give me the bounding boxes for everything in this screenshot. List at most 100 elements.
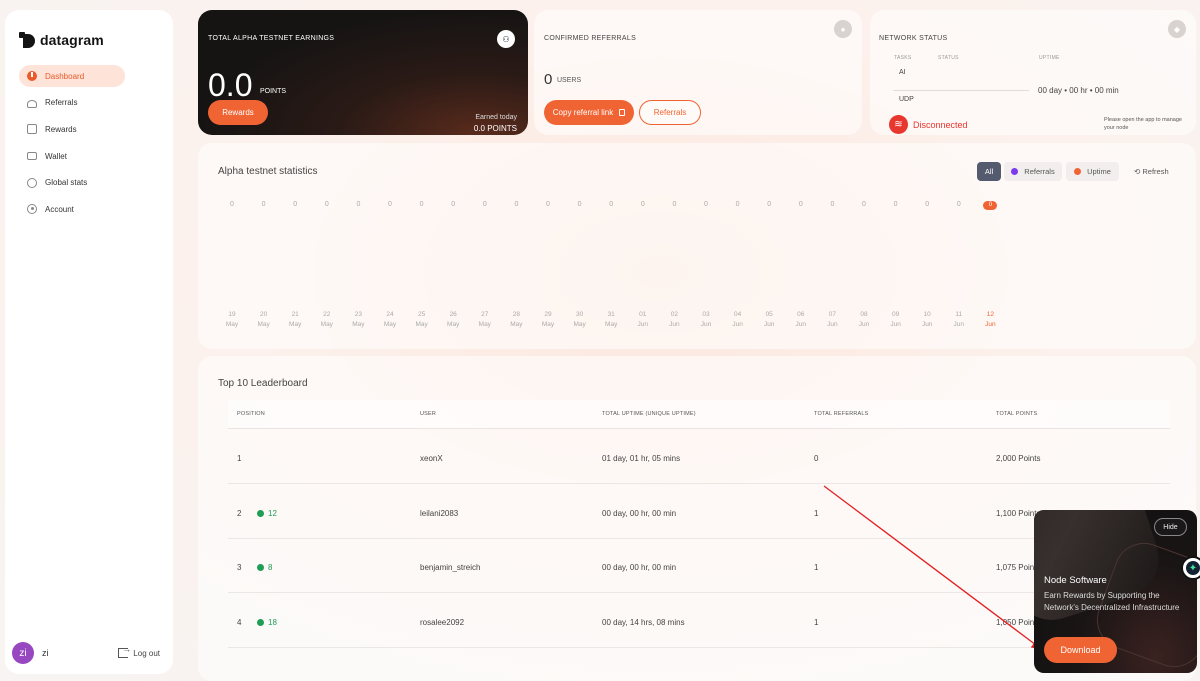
chart-date-label: 27 May [478, 311, 491, 328]
chart-value-label: 0 [672, 201, 677, 208]
chart-value-label: 0 [983, 201, 998, 210]
sidebar-item-label: Referrals [45, 98, 78, 108]
chart-value-label: 0 [830, 201, 835, 208]
chart-value-label: 0 [956, 201, 961, 208]
sidebar-item-global-stats[interactable]: Global stats [19, 172, 125, 194]
chart-date-label: 31 May [605, 311, 618, 328]
copy-referral-label: Copy referral link [552, 108, 614, 117]
assistant-button[interactable]: ✦ [1181, 556, 1200, 580]
table-row[interactable]: 3 8 benjamin_streich 00 day, 00 hr, 00 m… [228, 539, 1170, 593]
filter-referrals-label: Referrals [1024, 167, 1055, 176]
cell-referrals: 0 [814, 454, 819, 463]
status-header: STATUS [938, 55, 959, 61]
chart-value-label: 0 [735, 201, 740, 208]
cell-referrals: 1 [814, 509, 819, 518]
avatar[interactable]: zi [12, 642, 34, 664]
rewards-button[interactable]: Rewards [208, 100, 268, 125]
statistics-title: Alpha testnet statistics [218, 166, 318, 177]
copy-icon [619, 109, 626, 116]
cell-referrals: 1 [814, 618, 819, 627]
chart-value-label: 0 [577, 201, 582, 208]
col-user: USER [420, 411, 437, 417]
chart-date-label: 01 Jun [637, 311, 649, 328]
chart-value-label: 0 [704, 201, 708, 208]
refresh-button[interactable]: ⟲ Refresh [1134, 167, 1169, 176]
referrals-card: CONFIRMED REFERRALS ● 0 USERS Copy refer… [534, 10, 862, 135]
logout-button[interactable]: Log out [118, 644, 160, 658]
chart-date-label: 29 May [541, 311, 555, 328]
popup-title: Node Software [1044, 575, 1107, 586]
sidebar-item-dashboard[interactable]: Dashboard [19, 65, 125, 87]
chart-value-label: 0 [324, 201, 329, 208]
logout-label: Log out [133, 648, 160, 658]
rank-change-value: 18 [268, 618, 277, 627]
open-app-hint: Please open the app to manage your node [1104, 117, 1182, 131]
earned-today-value: 0.0 POINTS [473, 124, 517, 133]
filter-referrals-button[interactable]: Referrals [1004, 162, 1062, 181]
cell-position: 2 [237, 509, 242, 518]
filter-all-button[interactable]: All [977, 162, 1001, 181]
chart-date-label: 10 Jun [921, 311, 933, 328]
copy-referral-link-button[interactable]: Copy referral link [544, 100, 634, 125]
people-icon [27, 99, 37, 108]
chart-value-label: 0 [609, 201, 614, 208]
chart-value-label: 0 [640, 201, 645, 208]
cell-position: 1 [237, 454, 242, 463]
network-caption: NETWORK STATUS [879, 35, 948, 42]
chart-date-label: 30 May [573, 311, 586, 328]
chart-value-label: 0 [451, 201, 456, 208]
rank-change: 18 [257, 618, 277, 627]
table-row[interactable]: 2 12 leilani2083 00 day, 00 hr, 00 min 1… [228, 485, 1170, 539]
chart-value-label: 0 [419, 201, 424, 208]
chart-date-label: 06 Jun [795, 311, 807, 328]
task-udp: UDP [899, 96, 914, 103]
table-header: POSITION USER TOTAL UPTIME (UNIQUE UPTIM… [228, 400, 1170, 429]
chart-value-label: 0 [925, 201, 930, 208]
logout-icon [118, 644, 131, 658]
sidebar-item-account[interactable]: Account [19, 198, 125, 220]
table-row[interactable]: 1 xeonX 01 day, 01 hr, 05 mins 0 2,000 P… [228, 430, 1170, 484]
earned-today: Earned today 0.0 POINTS [474, 112, 517, 135]
sidebar-item-wallet[interactable]: Wallet [19, 145, 125, 167]
cell-uptime: 01 day, 01 hr, 05 mins [602, 454, 681, 463]
referrals-button[interactable]: Referrals [639, 100, 701, 125]
sparkle-icon: ✦ [1186, 561, 1200, 575]
chart-date-label: 20 May [257, 311, 270, 328]
chart-date-label: 03 Jun [700, 311, 712, 328]
table-row[interactable]: 4 18 rosalee2092 00 day, 14 hrs, 08 mins… [228, 594, 1170, 648]
chart-date-label: 22 May [320, 311, 333, 328]
dashboard-icon [27, 71, 37, 81]
rank-change: 12 [257, 509, 277, 518]
tasks-header: TASKS [894, 55, 912, 61]
sidebar-item-label: Rewards [45, 124, 77, 134]
divider [893, 90, 1029, 91]
chart-value-label: 0 [514, 201, 519, 208]
sidebar-item-referrals[interactable]: Referrals [19, 92, 125, 114]
hide-button[interactable]: Hide [1154, 518, 1187, 536]
chart-date-label: 28 May [510, 311, 523, 328]
rank-up-icon [257, 619, 264, 626]
referrals-count: 0 [544, 71, 553, 88]
wallet-icon [27, 152, 37, 161]
sidebar-item-label: Global stats [45, 178, 88, 188]
chart-value-label: 0 [767, 201, 772, 208]
sidebar-item-rewards[interactable]: Rewards [19, 118, 125, 140]
sidebar-nav: Dashboard Referrals Rewards Wallet Globa… [19, 65, 125, 225]
rank-up-icon [257, 510, 264, 517]
col-referrals: TOTAL REFERRALS [814, 411, 869, 417]
logo[interactable]: datagram [19, 32, 104, 48]
cell-user: leilani2083 [420, 509, 459, 518]
chart-value-label: 0 [893, 201, 898, 208]
chart-value-label: 0 [230, 201, 234, 208]
chart-value-label: 0 [546, 201, 550, 208]
sidebar-item-label: Account [45, 204, 74, 214]
node-icon: ◆ [1168, 20, 1186, 38]
earnings-card: TOTAL ALPHA TESTNET EARNINGS ⚇ 0.0 POINT… [198, 10, 528, 135]
chart-date-label: 23 May [352, 311, 365, 328]
filter-uptime-button[interactable]: Uptime [1066, 162, 1119, 181]
wifi-off-icon: ≋ [889, 115, 908, 134]
earnings-caption: TOTAL ALPHA TESTNET EARNINGS [208, 35, 335, 42]
download-button[interactable]: Download [1044, 637, 1117, 663]
sidebar-item-label: Dashboard [45, 71, 85, 81]
chart-date-label: 02 Jun [669, 311, 680, 328]
